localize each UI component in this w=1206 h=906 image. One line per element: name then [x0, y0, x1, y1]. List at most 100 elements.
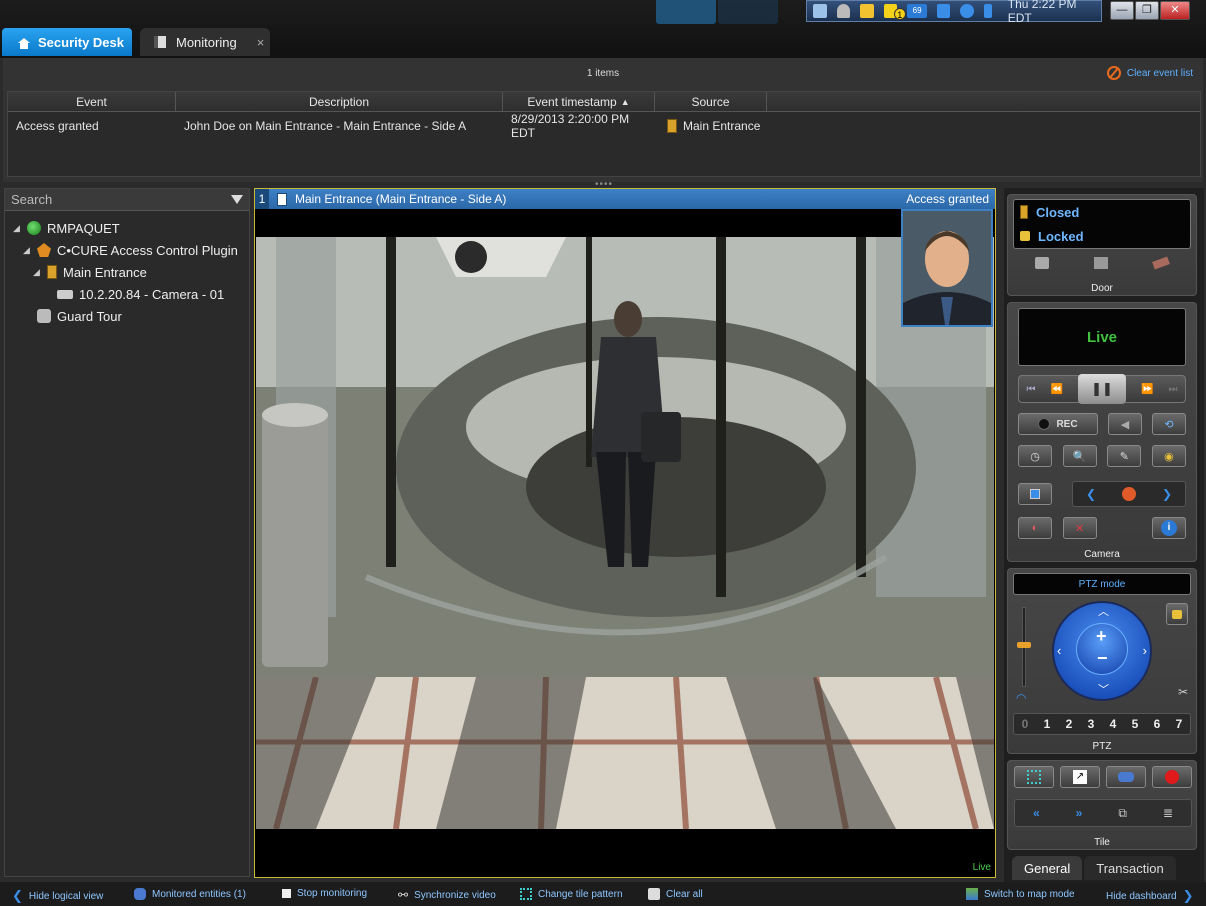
preset-6[interactable]: 6 — [1154, 717, 1161, 731]
speed-icon[interactable]: ◠ — [1016, 691, 1026, 705]
preset-1[interactable]: 1 — [1044, 717, 1051, 731]
previous-tile-icon[interactable]: « — [1033, 806, 1040, 820]
copy-tile-button[interactable] — [1106, 766, 1146, 788]
chevron-right-icon: ❯ — [1182, 888, 1194, 903]
column-header-description[interactable]: Description — [176, 92, 503, 111]
expand-icon[interactable]: ◢ — [33, 267, 43, 278]
expand-icon[interactable]: ◢ — [23, 245, 33, 256]
pan-down-icon[interactable]: ﹀ — [1098, 681, 1109, 697]
tab-security-desk[interactable]: Security Desk — [2, 28, 132, 56]
search-input[interactable] — [11, 192, 231, 207]
filter-icon[interactable] — [231, 195, 243, 204]
event-count: 1 items — [586, 68, 620, 79]
alarm-bell-icon[interactable] — [836, 4, 851, 18]
minimize-button[interactable]: — — [1110, 1, 1134, 20]
audio-button[interactable]: ◐ — [1018, 517, 1052, 539]
skip-end-icon[interactable]: ⏭ — [1168, 384, 1177, 395]
tools-icon[interactable]: ✂ — [1178, 685, 1188, 699]
tree-node-ccure-plugin[interactable]: ◢ C•CURE Access Control Plugin — [5, 239, 249, 261]
pause-button[interactable]: ❚❚ — [1077, 374, 1126, 404]
tab-transaction[interactable]: Transaction — [1084, 856, 1176, 880]
close-window-button[interactable]: ✕ — [1160, 1, 1190, 20]
fast-forward-icon[interactable]: ⏩ — [1141, 384, 1153, 395]
video-tile[interactable]: 1 Main Entrance (Main Entrance - Side A)… — [254, 188, 996, 878]
zoom-slider-thumb[interactable] — [1017, 642, 1031, 648]
network-icon[interactable]: 69 — [907, 4, 927, 18]
loop-button[interactable]: ⟲ — [1152, 413, 1186, 435]
enhance-button[interactable]: ✎ — [1107, 445, 1142, 467]
zoom-in-icon[interactable]: + — [1096, 626, 1107, 647]
monitoring-icon — [154, 36, 166, 48]
next-camera-icon[interactable]: ❯ — [1162, 487, 1172, 501]
hide-logical-view-button[interactable]: ❮ Hide logical view — [12, 888, 103, 904]
tab-general[interactable]: General — [1012, 856, 1083, 880]
column-header-event[interactable]: Event — [8, 92, 176, 111]
synchronize-video-button[interactable]: ⚯ Synchronize video — [398, 888, 496, 902]
maximize-button[interactable]: ❐ — [1135, 1, 1159, 20]
device-icon[interactable] — [813, 4, 827, 18]
preset-0[interactable]: 0 — [1022, 717, 1029, 731]
column-header-timestamp[interactable]: Event timestamp ▲ — [503, 92, 655, 111]
float-tile-button[interactable]: ↗ — [1060, 766, 1100, 788]
speaker-icon[interactable] — [936, 4, 951, 18]
expand-icon[interactable]: ◢ — [13, 223, 23, 234]
zoom-out-icon[interactable]: − — [1097, 648, 1108, 669]
rewind-icon[interactable]: ⏪ — [1051, 384, 1063, 395]
preset-2[interactable]: 2 — [1066, 717, 1073, 731]
unlock-icon[interactable] — [1035, 257, 1050, 269]
ptz-joystick[interactable]: ︿ ﹀ ‹ › + − — [1052, 601, 1152, 701]
zoom-slider-track[interactable] — [1017, 607, 1031, 687]
next-tile-icon[interactable]: » — [1076, 806, 1083, 820]
ptz-lock-button[interactable] — [1166, 603, 1188, 625]
preset-5[interactable]: 5 — [1132, 717, 1139, 731]
bookmark-button[interactable]: ◀ — [1108, 413, 1142, 435]
task-tab-placeholder[interactable] — [718, 0, 778, 24]
event-table-header: Event Description Event timestamp ▲ Sourc… — [8, 92, 1200, 112]
camera-sequence: ❮ ❯ — [1072, 481, 1186, 507]
task-tab-placeholder[interactable] — [656, 0, 716, 24]
record-button[interactable]: REC — [1018, 413, 1098, 435]
tree-node-camera[interactable]: 10.2.20.84 - Camera - 01 — [5, 283, 249, 305]
snapshot-button[interactable] — [1018, 483, 1052, 505]
close-tab-icon[interactable]: × — [257, 35, 265, 50]
preset-4[interactable]: 4 — [1110, 717, 1117, 731]
clear-event-list-button[interactable]: Clear event list — [1106, 66, 1193, 80]
change-tile-pattern-button[interactable]: Change tile pattern — [520, 888, 623, 900]
pan-up-icon[interactable]: ︿ — [1098, 603, 1109, 619]
tree-node-rmpaquet[interactable]: ◢ RMPAQUET — [5, 217, 249, 239]
zoom-button[interactable]: 🔍 — [1062, 445, 1097, 467]
previous-camera-icon[interactable]: ❮ — [1086, 487, 1096, 501]
door-override-icon[interactable] — [1093, 257, 1108, 269]
mobile-icon[interactable] — [983, 4, 992, 18]
table-row[interactable]: Access granted John Doe on Main Entrance… — [8, 112, 1200, 140]
info-button[interactable]: i — [1151, 517, 1186, 539]
tree-node-main-entrance[interactable]: ◢ Main Entrance — [5, 261, 249, 283]
switch-to-map-button[interactable]: Switch to map mode — [966, 888, 1075, 900]
record-tile-button[interactable] — [1152, 766, 1192, 788]
video-feed[interactable] — [256, 237, 994, 829]
tile-refresh-icon[interactable]: ⧉ — [1118, 806, 1127, 821]
tile-stack-icon[interactable]: ≣ — [1163, 806, 1173, 820]
health-monitor-icon[interactable]: 1 — [883, 4, 906, 20]
column-header-source[interactable]: Source — [655, 92, 767, 111]
clear-all-button[interactable]: Clear all — [648, 888, 703, 900]
preset-3[interactable]: 3 — [1088, 717, 1095, 731]
preset-7[interactable]: 7 — [1176, 717, 1183, 731]
pan-left-icon[interactable]: ‹ — [1057, 643, 1061, 658]
door-icon — [1020, 205, 1028, 219]
globe-icon[interactable] — [960, 4, 974, 18]
tab-monitoring[interactable]: Monitoring × — [140, 28, 270, 56]
export-button[interactable]: ◉ — [1151, 445, 1186, 467]
hide-dashboard-button[interactable]: Hide dashboard ❯ — [1106, 888, 1194, 904]
stop-monitoring-button[interactable]: Stop monitoring — [282, 888, 367, 899]
timeline-button[interactable]: ◷ — [1018, 445, 1052, 467]
monitored-entities-button[interactable]: Monitored entities (1) — [134, 888, 246, 900]
eraser-icon[interactable] — [1151, 256, 1170, 270]
volume-icon[interactable] — [860, 4, 874, 18]
stop-button[interactable]: ✕ — [1062, 517, 1097, 539]
camera-sequence-icon[interactable] — [1121, 487, 1136, 501]
tree-node-guard-tour[interactable]: Guard Tour — [5, 305, 249, 327]
skip-start-icon[interactable]: ⏮ — [1027, 384, 1036, 395]
maximize-tile-button[interactable] — [1014, 766, 1054, 788]
pan-right-icon[interactable]: › — [1143, 643, 1147, 658]
